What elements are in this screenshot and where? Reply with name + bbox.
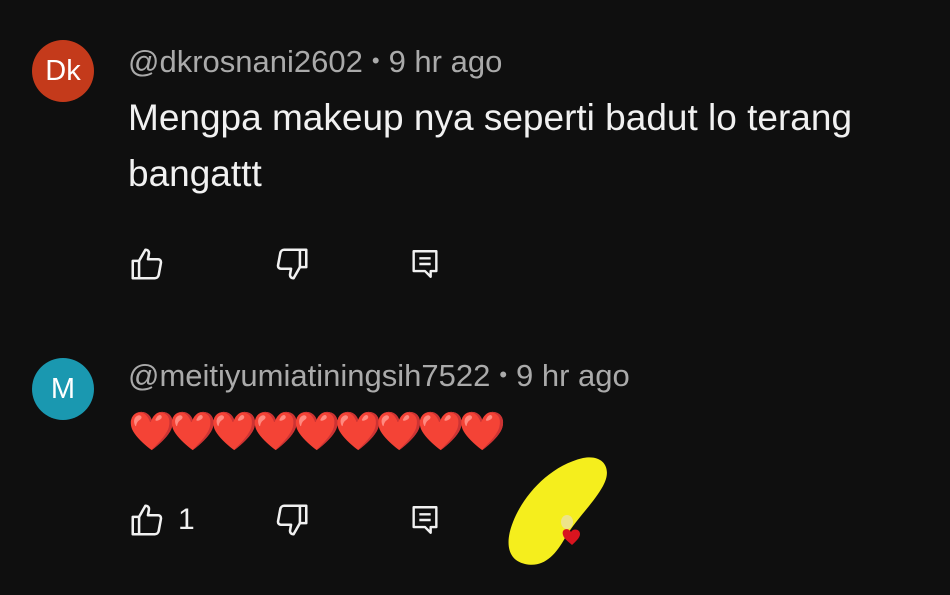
thumb-up-icon xyxy=(128,245,166,283)
comment-author-handle[interactable]: @meitiyumiatiningsih7522 xyxy=(128,358,490,393)
thumb-down-icon xyxy=(273,245,311,283)
avatar-initials: M xyxy=(50,372,76,405)
comment-meta: @meitiyumiatiningsih7522 • 9 hr ago xyxy=(128,358,630,394)
comment-text: Mengpa makeup nya seperti badut lo teran… xyxy=(128,97,853,194)
yellow-sticker-overlay xyxy=(505,452,615,572)
avatar-initials: Dk xyxy=(45,54,81,87)
comment-meta: @dkrosnani2602 • 9 hr ago xyxy=(128,44,502,80)
like-button[interactable] xyxy=(128,244,178,284)
meta-separator: • xyxy=(371,48,380,73)
reply-button[interactable] xyxy=(408,500,442,540)
reply-button[interactable] xyxy=(408,244,442,284)
like-button[interactable]: 1 xyxy=(128,500,195,540)
comment-author-handle[interactable]: @dkrosnani2602 xyxy=(128,44,363,79)
comment-timestamp[interactable]: 9 hr ago xyxy=(516,358,630,393)
dislike-button[interactable] xyxy=(273,244,311,284)
reply-icon xyxy=(408,502,442,538)
avatar[interactable]: M xyxy=(32,358,94,420)
reply-icon xyxy=(408,246,442,282)
meta-separator: • xyxy=(499,362,508,387)
thumb-down-icon xyxy=(273,501,311,539)
thumb-up-icon xyxy=(128,501,166,539)
avatar[interactable]: Dk xyxy=(32,40,94,102)
like-count: 1 xyxy=(178,503,195,536)
comment-timestamp[interactable]: 9 hr ago xyxy=(389,44,503,79)
dislike-button[interactable] xyxy=(273,500,311,540)
